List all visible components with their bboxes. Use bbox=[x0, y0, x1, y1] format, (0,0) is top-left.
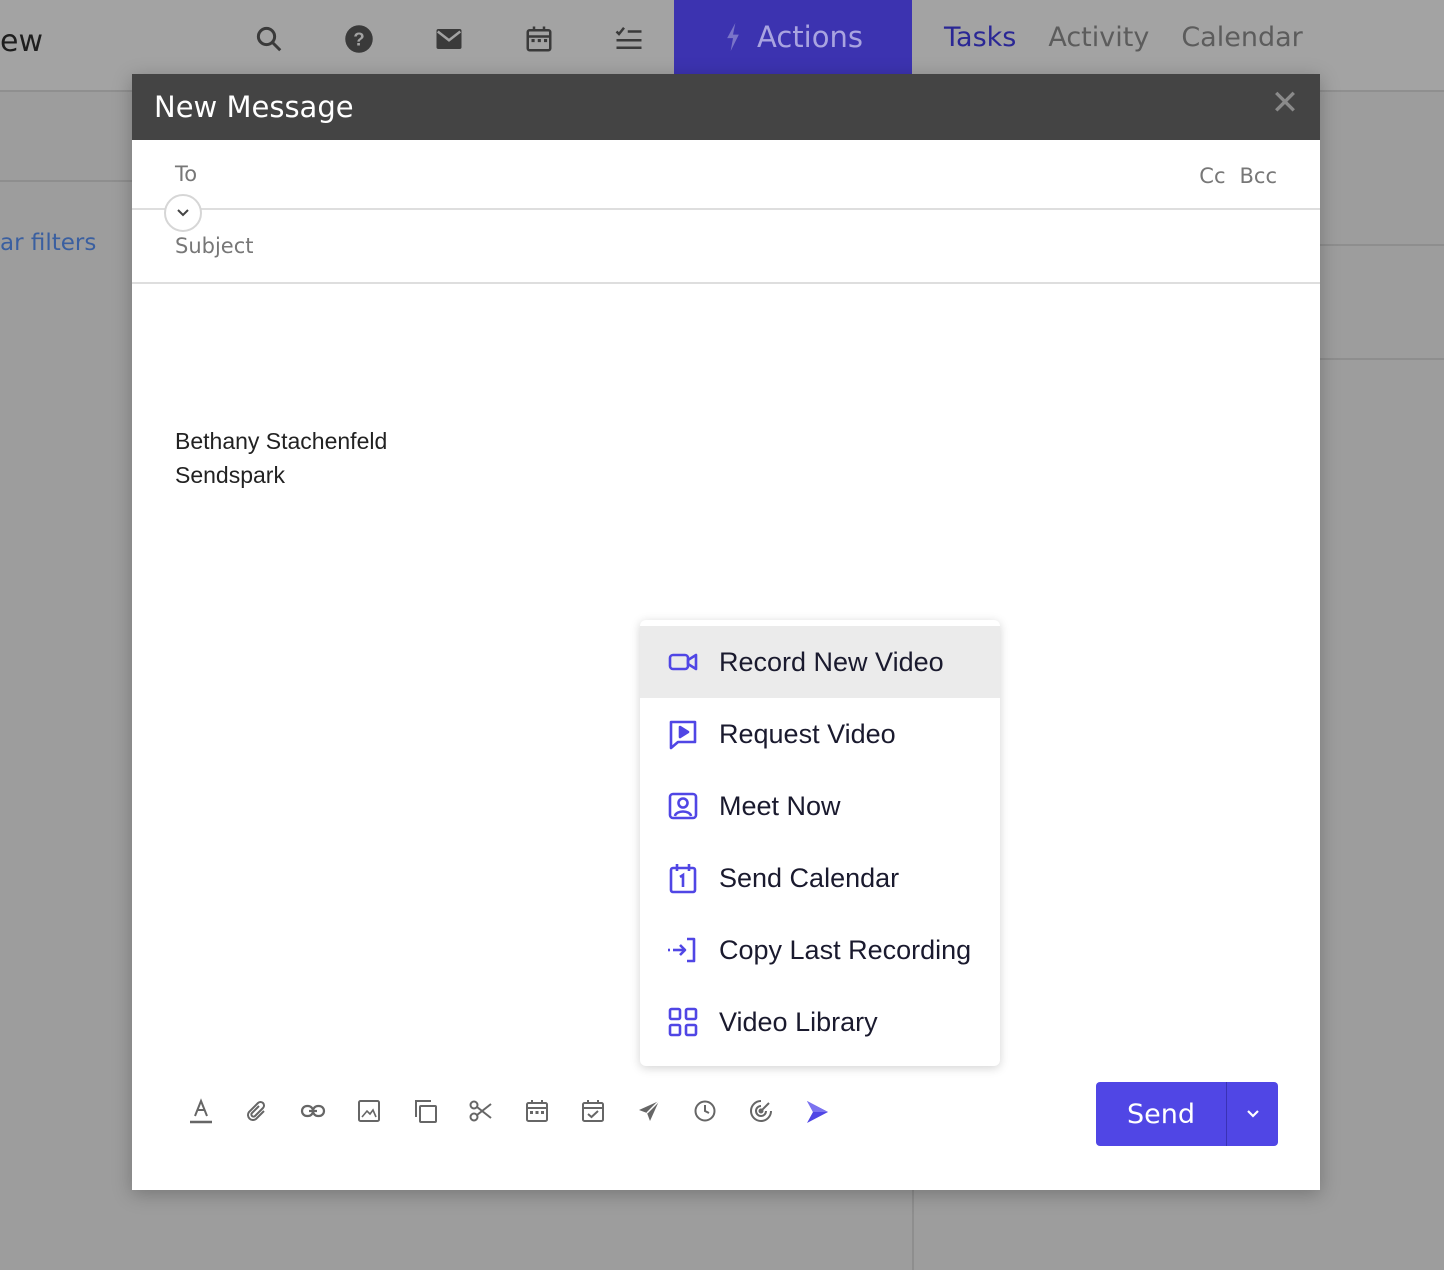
meet-now-icon bbox=[666, 789, 700, 823]
divider bbox=[0, 180, 132, 182]
menu-item-record-new-video[interactable]: Record New Video bbox=[640, 626, 1000, 698]
attachment-icon[interactable] bbox=[242, 1096, 272, 1126]
send-later-icon[interactable] bbox=[634, 1096, 664, 1126]
compose-toolbar bbox=[186, 1096, 832, 1126]
lightning-icon bbox=[727, 23, 739, 51]
calendar-icon[interactable] bbox=[522, 22, 556, 56]
close-icon[interactable]: ✕ bbox=[1270, 86, 1300, 120]
menu-item-meet-now[interactable]: Meet Now bbox=[640, 770, 1000, 842]
menu-item-send-calendar[interactable]: Send Calendar bbox=[640, 842, 1000, 914]
menu-item-label: Send Calendar bbox=[719, 862, 900, 893]
tab-activity[interactable]: Activity bbox=[1048, 22, 1149, 53]
signature-company: Sendspark bbox=[175, 462, 285, 488]
link-icon[interactable] bbox=[298, 1096, 328, 1126]
chevron-down-icon bbox=[1246, 1110, 1259, 1118]
menu-item-label: Copy Last Recording bbox=[719, 934, 972, 965]
message-body[interactable]: Bethany Stachenfeld Sendspark bbox=[175, 424, 387, 492]
dialog-title: New Message bbox=[154, 90, 354, 124]
tab-calendar[interactable]: Calendar bbox=[1181, 22, 1302, 53]
mail-icon[interactable] bbox=[432, 22, 466, 56]
send-button[interactable]: Send bbox=[1096, 1082, 1226, 1146]
menu-item-label: Record New Video bbox=[719, 646, 944, 677]
send-options-button[interactable] bbox=[1226, 1082, 1278, 1146]
dialog-header: New Message ✕ bbox=[132, 74, 1320, 140]
menu-item-label: Request Video bbox=[719, 718, 896, 749]
divider bbox=[912, 1190, 914, 1270]
video-camera-icon bbox=[666, 645, 700, 679]
svg-text:?: ? bbox=[353, 28, 364, 49]
copy-recording-icon bbox=[666, 933, 700, 967]
divider bbox=[1320, 358, 1444, 360]
divider bbox=[1320, 244, 1444, 246]
search-icon[interactable] bbox=[252, 22, 286, 56]
expand-recipients-button[interactable] bbox=[164, 194, 202, 232]
sendspark-icon[interactable] bbox=[802, 1096, 832, 1126]
help-icon[interactable]: ? bbox=[342, 22, 376, 56]
sendspark-actions-menu: Record New Video Request Video Meet Now … bbox=[640, 620, 1000, 1066]
cc-link[interactable]: Cc bbox=[1199, 164, 1225, 188]
request-video-icon bbox=[666, 717, 700, 751]
menu-item-copy-last-recording[interactable]: Copy Last Recording bbox=[640, 914, 1000, 986]
text-format-icon[interactable] bbox=[186, 1096, 216, 1126]
tracking-icon[interactable] bbox=[746, 1096, 776, 1126]
subject-field[interactable]: Subject bbox=[132, 214, 1320, 284]
image-icon[interactable] bbox=[354, 1096, 384, 1126]
right-tabs: Tasks Activity Calendar bbox=[944, 22, 1303, 53]
menu-item-request-video[interactable]: Request Video bbox=[640, 698, 1000, 770]
actions-tab-label: Actions bbox=[757, 20, 863, 54]
checklist-icon[interactable] bbox=[612, 22, 646, 56]
send-button-group: Send bbox=[1096, 1082, 1278, 1146]
to-label: To bbox=[175, 162, 198, 186]
signature-name: Bethany Stachenfeld bbox=[175, 428, 388, 454]
reminder-icon[interactable] bbox=[690, 1096, 720, 1126]
chevron-down-icon bbox=[177, 209, 189, 217]
template-icon[interactable] bbox=[410, 1096, 440, 1126]
menu-item-label: Video Library bbox=[719, 1006, 878, 1037]
to-field[interactable]: To Cc Bcc bbox=[132, 140, 1320, 232]
subject-placeholder: Subject bbox=[175, 234, 254, 258]
tab-tasks[interactable]: Tasks bbox=[944, 22, 1016, 53]
cc-bcc-links: Cc Bcc bbox=[1199, 164, 1277, 188]
snippet-icon[interactable] bbox=[466, 1096, 496, 1126]
menu-item-video-library[interactable]: Video Library bbox=[640, 986, 1000, 1058]
actions-tab[interactable]: Actions bbox=[674, 0, 912, 74]
new-message-dialog: New Message ✕ To Cc Bcc Subject Bethany … bbox=[132, 74, 1320, 1190]
send-calendar-icon bbox=[666, 861, 700, 895]
filters-link[interactable]: ar filters bbox=[0, 230, 96, 256]
calendar-icon[interactable] bbox=[522, 1096, 552, 1126]
bcc-link[interactable]: Bcc bbox=[1240, 164, 1278, 188]
task-icon[interactable] bbox=[578, 1096, 608, 1126]
menu-item-label: Meet Now bbox=[719, 790, 841, 821]
video-library-icon bbox=[666, 1005, 700, 1039]
page-title-partial: ew bbox=[0, 24, 43, 59]
